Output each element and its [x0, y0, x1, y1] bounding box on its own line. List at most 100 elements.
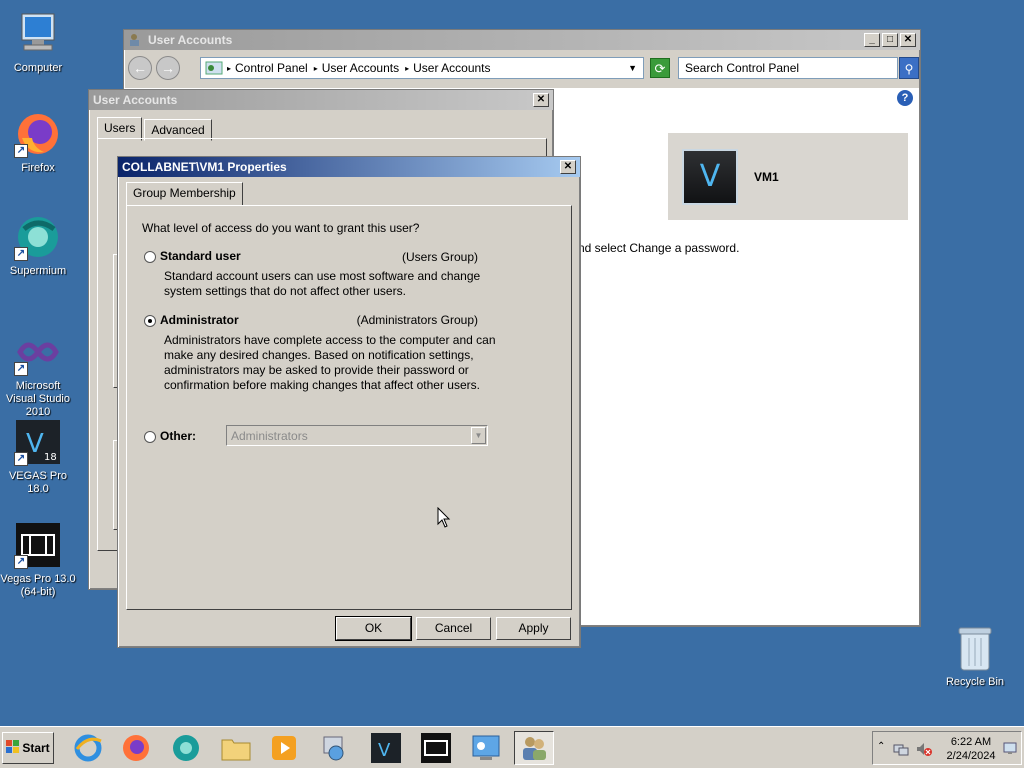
- taskbar-firefox[interactable]: [116, 731, 156, 765]
- clock-time: 6:22 AM: [950, 736, 992, 748]
- other-group-value: Administrators: [231, 429, 308, 443]
- recycle-bin-icon: [955, 624, 995, 672]
- maximize-button[interactable]: □: [882, 33, 898, 47]
- start-button[interactable]: Start: [2, 732, 54, 764]
- setup-icon: [323, 736, 344, 761]
- taskbar-user-accounts[interactable]: [514, 731, 554, 765]
- network-icon[interactable]: [893, 741, 909, 760]
- desktop-icon-label: Firefox: [21, 162, 55, 174]
- clock[interactable]: 6:22 AM 2/24/2024: [941, 735, 1001, 763]
- control-panel-titlebar[interactable]: User Accounts _ □ ✕: [124, 30, 920, 50]
- other-radio[interactable]: [144, 431, 156, 443]
- breadcrumb-user-accounts-current[interactable]: User Accounts: [413, 61, 490, 75]
- folder-icon: [221, 739, 251, 761]
- dialog-title: User Accounts: [93, 93, 178, 107]
- vegas-pro-18-icon: V: [371, 733, 401, 763]
- desktop-icon-vegas-pro-18[interactable]: V 18 ↗ VEGAS Pro 18.0: [0, 418, 76, 496]
- vegas-pro-13-icon: [421, 733, 451, 763]
- close-button[interactable]: ✕: [900, 33, 916, 47]
- supermium-icon: ↗: [14, 213, 62, 261]
- shortcut-arrow-icon: ↗: [14, 452, 28, 466]
- apply-button[interactable]: Apply: [496, 617, 571, 640]
- administrators-group-label: (Administrators Group): [356, 313, 478, 327]
- shortcut-arrow-icon: ↗: [14, 555, 28, 569]
- minimize-button[interactable]: _: [864, 33, 880, 47]
- chevron-right-icon: ▸: [405, 63, 410, 73]
- desktop-icon-label: VEGAS Pro 18.0: [8, 470, 68, 495]
- volume-muted-icon[interactable]: [915, 741, 933, 760]
- supermium-icon: [173, 735, 199, 761]
- user-tile: V VM1: [668, 133, 908, 220]
- search-input[interactable]: Search Control Panel: [678, 57, 898, 79]
- dialog-title: COLLABNET\VM1 Properties: [122, 160, 287, 174]
- vegas-pro-18-icon: V 18 ↗: [14, 418, 62, 466]
- windows-logo-icon: [6, 739, 20, 757]
- window-title: User Accounts: [148, 33, 233, 47]
- shortcut-arrow-icon: ↗: [14, 247, 28, 261]
- user-accounts-icon: [523, 737, 546, 760]
- desktop-icon-vegas-pro-13[interactable]: ↗ Vegas Pro 13.0 (64-bit): [0, 521, 76, 599]
- internet-explorer-icon: [74, 734, 102, 762]
- media-player-icon: [272, 736, 296, 760]
- taskbar-media-player[interactable]: [264, 731, 304, 765]
- svg-text:18: 18: [44, 452, 57, 463]
- desktop-icon-firefox[interactable]: ↗ Firefox: [0, 110, 76, 175]
- administrator-label[interactable]: Administrator: [160, 313, 239, 327]
- close-button[interactable]: ✕: [533, 93, 549, 107]
- navigation-bar: ← → ▸ Control Panel ▸ User Accounts ▸ Us…: [128, 52, 919, 84]
- administrator-radio[interactable]: [144, 315, 156, 327]
- other-label[interactable]: Other:: [160, 429, 196, 443]
- forward-button[interactable]: →: [156, 56, 180, 80]
- taskbar-setup[interactable]: [314, 731, 354, 765]
- start-label: Start: [22, 741, 50, 755]
- help-icon[interactable]: ?: [897, 90, 913, 106]
- visual-studio-icon: ↗: [14, 328, 62, 376]
- search-icon[interactable]: ⚲: [899, 57, 919, 79]
- cancel-button[interactable]: Cancel: [416, 617, 491, 640]
- ok-button[interactable]: OK: [335, 616, 412, 641]
- users-group-label: (Users Group): [401, 250, 478, 264]
- standard-user-radio[interactable]: [144, 251, 156, 263]
- chevron-down-icon[interactable]: ▼: [628, 63, 637, 73]
- taskbar-control-panel[interactable]: [466, 731, 506, 765]
- clock-date: 2/24/2024: [946, 750, 996, 762]
- breadcrumb-control-panel[interactable]: Control Panel: [235, 61, 308, 75]
- taskbar-internet-explorer[interactable]: [68, 731, 108, 765]
- desktop-icon-recycle-bin[interactable]: Recycle Bin: [940, 624, 1010, 688]
- recycle-bin-label: Recycle Bin: [945, 676, 1005, 688]
- vegas-pro-13-icon: ↗: [14, 521, 62, 569]
- show-hidden-icons-chevron-icon[interactable]: ⌃: [877, 741, 885, 752]
- desktop-icon-label: Supermium: [9, 265, 67, 277]
- desktop-icon-label: Microsoft Visual Studio 2010: [5, 380, 70, 418]
- desktop-icon-computer[interactable]: Computer: [0, 10, 76, 75]
- chevron-right-icon: ▸: [227, 63, 232, 73]
- computer-icon: [14, 10, 62, 58]
- taskbar: Start V ⌃ 6:22 AM 2/24/2024: [0, 726, 1024, 768]
- taskbar-supermium[interactable]: [166, 731, 206, 765]
- tab-group-membership[interactable]: Group Membership: [126, 182, 243, 206]
- chevron-down-icon[interactable]: ▼: [471, 427, 486, 444]
- svg-text:V: V: [26, 429, 44, 459]
- shortcut-arrow-icon: ↗: [14, 144, 28, 158]
- user-properties-dialog: COLLABNET\VM1 Properties ✕ Group Members…: [117, 156, 581, 648]
- show-desktop-icon[interactable]: [1003, 741, 1017, 758]
- firefox-icon: ↗: [14, 110, 62, 158]
- other-group-select[interactable]: Administrators ▼: [226, 425, 488, 446]
- desktop-icon-visual-studio[interactable]: ↗ Microsoft Visual Studio 2010: [0, 328, 76, 419]
- shortcut-arrow-icon: ↗: [14, 362, 28, 376]
- refresh-button[interactable]: ⟳: [650, 58, 670, 78]
- tab-panel: [126, 205, 572, 610]
- breadcrumb-user-accounts[interactable]: User Accounts: [322, 61, 399, 75]
- standard-user-label[interactable]: Standard user: [160, 249, 241, 263]
- user-accounts-titlebar[interactable]: User Accounts ✕: [89, 90, 553, 110]
- back-button[interactable]: ←: [128, 56, 152, 80]
- user-accounts-app-icon: [128, 33, 144, 47]
- chevron-right-icon: ▸: [313, 63, 318, 73]
- address-bar[interactable]: ▸ Control Panel ▸ User Accounts ▸ User A…: [200, 57, 644, 79]
- desktop-icon-supermium[interactable]: ↗ Supermium: [0, 213, 76, 278]
- taskbar-file-explorer[interactable]: [216, 731, 256, 765]
- close-button[interactable]: ✕: [560, 160, 576, 174]
- taskbar-vegas-pro-18[interactable]: V: [366, 731, 406, 765]
- taskbar-vegas-pro-13[interactable]: [416, 731, 456, 765]
- properties-titlebar[interactable]: COLLABNET\VM1 Properties ✕: [118, 157, 580, 177]
